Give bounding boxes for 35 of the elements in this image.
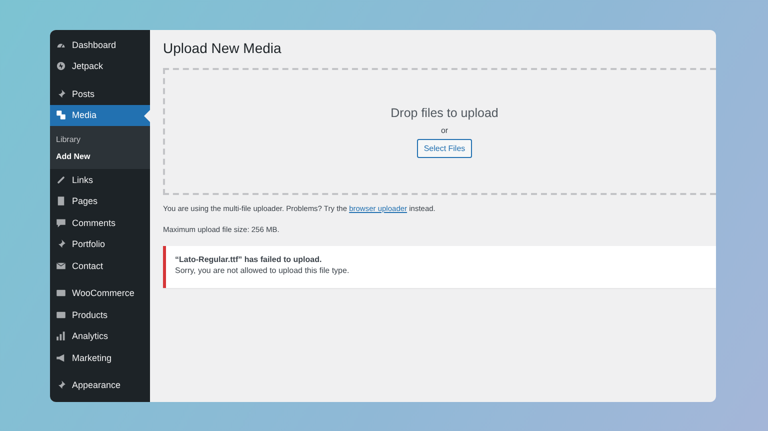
pin-icon	[56, 88, 66, 99]
drop-zone[interactable]: Drop files to upload or Select Files	[163, 68, 716, 195]
error-message: Sorry, you are not allowed to upload this file type.	[175, 266, 350, 277]
menu-item[interactable]: Posts	[50, 83, 150, 104]
menu-item[interactable]: Comments	[50, 212, 150, 234]
drop-heading: Drop files to upload	[390, 106, 498, 120]
menu-item[interactable]: Products	[50, 304, 150, 326]
pin-icon	[56, 239, 66, 250]
mail-icon	[56, 260, 66, 271]
menu-item[interactable]: Media	[50, 104, 150, 126]
menu-item[interactable]: Links	[50, 169, 150, 190]
page-title: Upload New Media	[163, 40, 282, 56]
select-files-button[interactable]: Select Files	[416, 138, 472, 158]
menu-item[interactable]: Portfolio	[50, 234, 150, 255]
bars-icon	[56, 331, 66, 342]
menu-item[interactable]: Contact	[50, 255, 150, 276]
menu-item[interactable]: Jetpack	[50, 56, 150, 77]
menu-item[interactable]: Dashboard	[50, 34, 150, 56]
menu-item[interactable]: Marketing	[50, 347, 150, 368]
menu-item[interactable]: Analytics	[50, 326, 150, 347]
box-icon	[56, 310, 66, 320]
menu-item[interactable]: WooCommerce	[50, 282, 150, 304]
horn-icon	[56, 352, 66, 363]
media-icon	[56, 110, 66, 120]
error-title: “Lato-Regular.ttf” has failed to upload.	[175, 255, 323, 266]
circle-icon	[56, 61, 66, 72]
menu-item[interactable]: Pages	[50, 190, 150, 212]
menu-item[interactable]: Appearance	[50, 374, 150, 396]
page-icon	[56, 196, 66, 206]
or-label: or	[440, 126, 448, 134]
submenu-item[interactable]: Library	[50, 131, 150, 148]
bubble-icon	[56, 218, 66, 228]
pin-icon	[56, 380, 66, 390]
box-icon	[56, 288, 66, 298]
submenu-item[interactable]: Add New	[50, 148, 150, 165]
